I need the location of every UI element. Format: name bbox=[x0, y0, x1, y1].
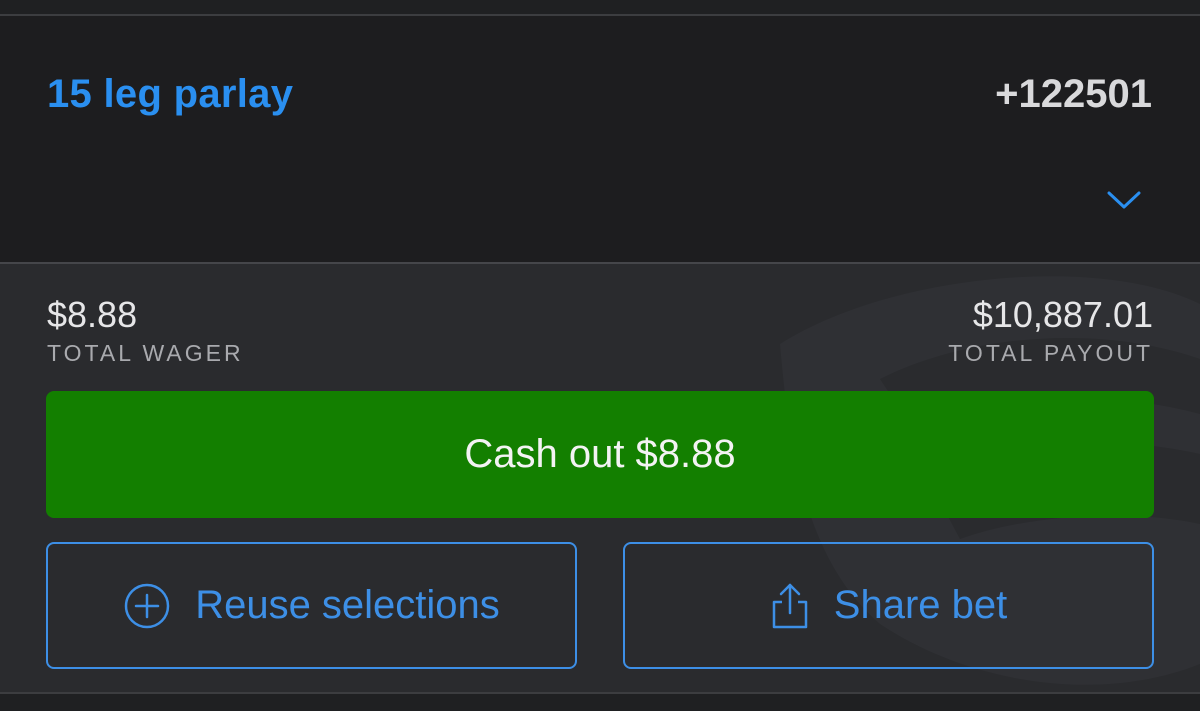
reuse-selections-button[interactable]: Reuse selections bbox=[46, 542, 577, 669]
bet-summary: $8.88 TOTAL WAGER $10,887.01 TOTAL PAYOU… bbox=[0, 264, 1200, 692]
chevron-down-icon bbox=[1107, 191, 1141, 209]
share-icon bbox=[770, 582, 810, 630]
expand-legs-button[interactable] bbox=[1100, 180, 1148, 220]
next-card-edge bbox=[0, 694, 1200, 711]
total-wager-amount: $8.88 bbox=[47, 294, 138, 335]
odds-value: +122501 bbox=[995, 72, 1152, 116]
cash-out-button[interactable]: Cash out $8.88 bbox=[46, 391, 1154, 518]
share-bet-label: Share bet bbox=[833, 583, 1008, 627]
reuse-selections-label: Reuse selections bbox=[195, 583, 500, 627]
cash-out-label: Cash out $8.88 bbox=[464, 432, 736, 476]
bet-header[interactable]: 15 leg parlay +122501 bbox=[0, 16, 1200, 262]
previous-card-edge bbox=[0, 0, 1200, 14]
total-wager-label: TOTAL WAGER bbox=[47, 340, 244, 366]
share-bet-button[interactable]: Share bet bbox=[623, 542, 1154, 669]
total-payout-amount: $10,887.01 bbox=[972, 294, 1153, 335]
plus-circle-icon bbox=[123, 582, 171, 630]
total-payout-label: TOTAL PAYOUT bbox=[948, 340, 1153, 366]
parlay-title: 15 leg parlay bbox=[47, 72, 294, 116]
